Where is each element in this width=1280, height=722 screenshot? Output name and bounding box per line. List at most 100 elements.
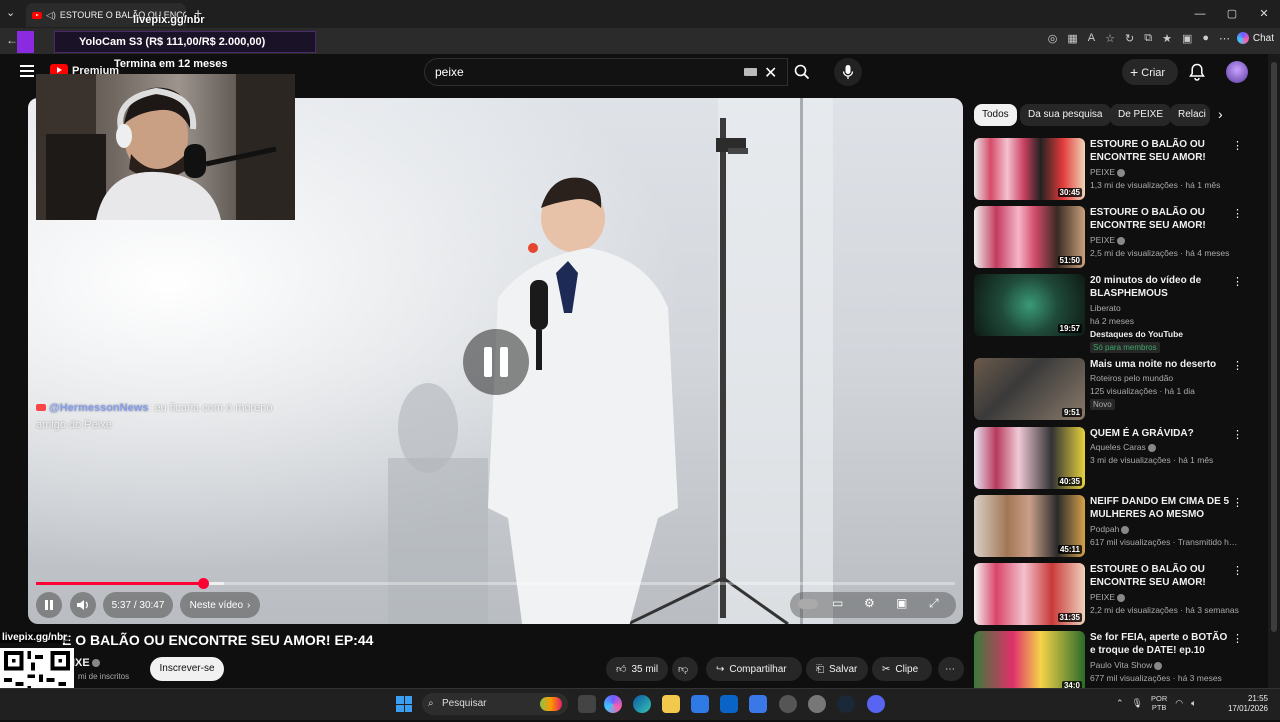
video-title[interactable]: Mais uma noite no deserto — [1090, 358, 1230, 371]
video-thumbnail[interactable]: 45:11 — [974, 495, 1085, 557]
video-title[interactable]: ESTOURE O BALÃO OU ENCONTRE SEU AMOR! EP… — [1090, 206, 1230, 232]
tray-chevron-up-icon[interactable]: ⌃ — [1116, 698, 1124, 709]
collections-icon[interactable]: ▣ — [1182, 32, 1192, 45]
copilot-taskbar-icon[interactable] — [604, 695, 622, 713]
favorite-star-icon[interactable]: ☆ — [1105, 32, 1115, 45]
channel-name[interactable]: Podpah — [1090, 524, 1130, 534]
chapter-button[interactable]: Neste vídeo › — [180, 592, 260, 618]
minimize-button[interactable]: — — [1184, 0, 1216, 28]
close-window-button[interactable]: ✕ — [1248, 0, 1280, 28]
miniplayer-icon[interactable]: ▣ — [896, 596, 907, 610]
video-title[interactable]: ESTOURE O BALÃO OU ENCONTRE SEU AMOR! EP… — [1090, 563, 1230, 589]
discord-icon[interactable] — [867, 695, 885, 713]
search-button[interactable] — [786, 58, 818, 86]
store-icon[interactable] — [691, 695, 709, 713]
video-thumbnail[interactable]: 30:45 — [974, 138, 1085, 200]
copilot-icon[interactable]: ◎ — [1048, 32, 1058, 45]
subtitles-icon[interactable]: ▭ — [832, 596, 843, 610]
channel-name[interactable]: Aqueles Caras — [1090, 442, 1156, 452]
volume-tray-icon[interactable]: 🔈︎ — [1191, 698, 1196, 709]
video-title[interactable]: Se for FEIA, aperte o BOTÃO e troque de … — [1090, 631, 1230, 657]
video-title[interactable]: NEIFF DANDO EM CIMA DE 5 MULHERES AO MES… — [1090, 495, 1230, 521]
account-avatar[interactable] — [1226, 61, 1248, 83]
system-clock[interactable]: 21:55 17/01/2026 — [1222, 694, 1268, 714]
refresh-icon[interactable]: ↻ — [1125, 32, 1134, 45]
subscribe-button[interactable]: Inscrever-se — [150, 657, 224, 681]
chip-da-sua-pesquisa[interactable]: Da sua pesquisa — [1020, 104, 1111, 126]
related-video-item[interactable]: 40:35 QUEM É A GRÁVIDA? Aqueles Caras 3 mi … — [974, 427, 1254, 491]
chip-de-peixe[interactable]: De PEIXE — [1110, 104, 1172, 126]
channel-name[interactable]: IXE — [72, 657, 100, 669]
voice-search-button[interactable] — [834, 58, 862, 86]
related-video-item[interactable]: 45:11 NEIFF DANDO EM CIMA DE 5 MULHERES A… — [974, 495, 1254, 559]
menu-icon[interactable] — [20, 65, 34, 77]
video-thumbnail[interactable]: 34:0 — [974, 631, 1085, 693]
file-explorer-icon[interactable] — [662, 695, 680, 713]
channel-name[interactable]: PEIXE — [1090, 235, 1126, 245]
video-title[interactable]: QUEM É A GRÁVIDA? — [1090, 427, 1230, 440]
profile-icon[interactable]: ● — [1202, 32, 1209, 45]
save-button[interactable]: ⎗ Salvar — [806, 657, 868, 681]
volume-button[interactable] — [70, 592, 96, 618]
share-button[interactable]: ↪ Compartilhar — [706, 657, 802, 681]
tab-list-icon[interactable]: ⌄ — [6, 6, 15, 19]
related-video-item[interactable]: 9:51 Mais uma noite no deserto Roteiros pe… — [974, 358, 1254, 422]
channel-name[interactable]: PEIXE — [1090, 167, 1126, 177]
todo-icon[interactable] — [749, 695, 767, 713]
wifi-icon[interactable]: ◠ — [1175, 698, 1183, 709]
video-thumbnail[interactable]: 31:35 — [974, 563, 1085, 625]
video-thumbnail[interactable]: 9:51 — [974, 358, 1085, 420]
video-thumbnail[interactable]: 51:50 — [974, 206, 1085, 268]
video-thumbnail[interactable]: 19:57 — [974, 274, 1085, 336]
related-video-item[interactable]: 34:0 Se for FEIA, aperte o BOTÃO e troque… — [974, 631, 1254, 695]
read-aloud-icon[interactable]: A — [1088, 32, 1095, 45]
create-button[interactable]: + Criar — [1122, 59, 1178, 85]
speaker-icon[interactable]: ◁) — [46, 10, 56, 21]
channel-name[interactable]: Liberato — [1090, 303, 1121, 313]
settings-gear-icon[interactable]: ⚙ — [864, 596, 875, 610]
chip-todos[interactable]: Todos — [974, 104, 1017, 126]
video-title[interactable]: ESTOURE O BALÃO OU ENCONTRE SEU AMOR! EP… — [1090, 138, 1230, 164]
more-options-icon[interactable]: ⋮ — [1232, 429, 1243, 441]
search-input[interactable]: peixe — [424, 58, 788, 86]
notifications-bell-icon[interactable] — [1189, 63, 1205, 81]
channel-name[interactable]: Paulo Vita Show — [1090, 660, 1163, 670]
chevron-right-icon[interactable]: › — [1218, 106, 1223, 122]
clip-button[interactable]: ✂ Clipe — [872, 657, 932, 681]
edge-icon[interactable] — [633, 695, 651, 713]
video-thumbnail[interactable]: 40:35 — [974, 427, 1085, 489]
apps-icon[interactable]: ▦ — [1067, 32, 1077, 45]
outlook-icon[interactable] — [720, 695, 738, 713]
more-options-icon[interactable]: ⋮ — [1232, 140, 1243, 152]
autoplay-toggle-icon[interactable] — [798, 599, 818, 609]
progress-bar[interactable] — [36, 578, 955, 589]
settings-icon[interactable] — [808, 695, 826, 713]
more-options-icon[interactable]: ⋮ — [1232, 276, 1243, 288]
more-options-icon[interactable]: ⋮ — [1232, 208, 1243, 220]
split-screen-icon[interactable]: ⧉ — [1144, 32, 1152, 45]
fullscreen-icon[interactable]: ⤢ — [929, 596, 939, 611]
video-title[interactable]: 20 minutos do vídeo de BLASPHEMOUS — [1090, 274, 1230, 300]
dislike-button[interactable]: 👎︎ — [672, 657, 698, 681]
related-video-item[interactable]: 19:57 20 minutos do vídeo de BLASPHEMOUS L… — [974, 274, 1254, 353]
steam-icon[interactable] — [837, 695, 855, 713]
more-options-icon[interactable]: ⋮ — [1232, 565, 1243, 577]
related-video-item[interactable]: 31:35 ESTOURE O BALÃO OU ENCONTRE SEU AMO… — [974, 563, 1254, 627]
chatgpt-icon[interactable] — [779, 695, 797, 713]
like-button[interactable]: 👍︎ 35 mil — [606, 657, 668, 681]
related-video-item[interactable]: 51:50 ESTOURE O BALÃO OU ENCONTRE SEU AMO… — [974, 206, 1254, 270]
scrollbar-thumb[interactable] — [1271, 62, 1277, 632]
favorites-icon[interactable]: ★ — [1162, 32, 1172, 45]
clear-search-icon[interactable]: ✕ — [764, 63, 777, 83]
more-options-icon[interactable]: ⋮ — [1232, 497, 1243, 509]
windows-start-icon[interactable] — [396, 696, 412, 712]
maximize-button[interactable]: ▢ — [1216, 0, 1248, 28]
more-options-icon[interactable]: ⋮ — [1232, 633, 1243, 645]
copilot-chat-button[interactable]: Chat — [1236, 32, 1274, 44]
channel-name[interactable]: Roteiros pelo mundão — [1090, 373, 1173, 383]
widgets-icon[interactable] — [540, 697, 562, 711]
channel-name[interactable]: PEIXE — [1090, 592, 1126, 602]
microphone-tray-icon[interactable]: 🎙︎ — [1132, 698, 1143, 709]
more-options-icon[interactable]: ⋮ — [1232, 360, 1243, 372]
menu-dots-icon[interactable]: ⋯ — [1219, 32, 1230, 45]
